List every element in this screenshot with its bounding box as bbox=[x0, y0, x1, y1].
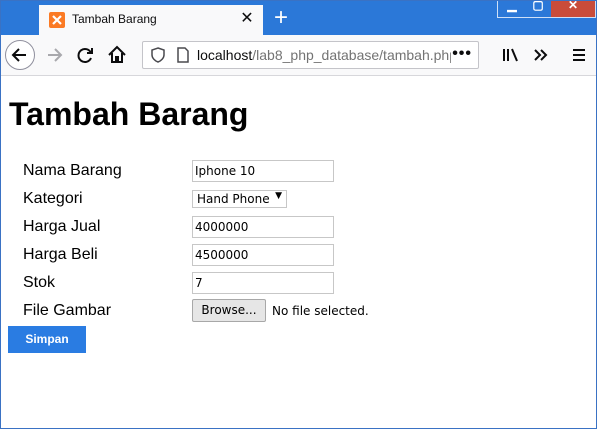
title-bar: Tambah Barang ✕ + ▁ ▢ ✕ bbox=[1, 1, 596, 35]
browser-window: Tambah Barang ✕ + ▁ ▢ ✕ localhost/lab8_p… bbox=[0, 0, 597, 429]
page-actions-icon[interactable]: ••• bbox=[452, 45, 472, 63]
close-window-button[interactable]: ✕ bbox=[551, 1, 596, 18]
label-kategori: Kategori bbox=[23, 190, 83, 207]
label-harga-beli: Harga Beli bbox=[23, 246, 98, 263]
close-icon: ✕ bbox=[567, 0, 579, 12]
library-button[interactable] bbox=[497, 41, 525, 69]
kategori-selected-value: Hand Phone bbox=[197, 192, 270, 206]
maximize-icon: ▢ bbox=[532, 0, 544, 12]
hamburger-icon bbox=[573, 49, 585, 61]
back-arrow-icon bbox=[11, 48, 26, 62]
label-harga-jual: Harga Jual bbox=[23, 218, 101, 235]
reload-button[interactable] bbox=[71, 41, 99, 69]
library-icon bbox=[503, 48, 518, 62]
harga-jual-input[interactable]: 4000000 bbox=[192, 216, 334, 238]
new-tab-button[interactable]: + bbox=[269, 5, 293, 31]
maximize-button[interactable]: ▢ bbox=[525, 1, 552, 18]
back-button[interactable] bbox=[5, 40, 35, 70]
forward-button[interactable] bbox=[41, 41, 69, 69]
page-info-icon[interactable] bbox=[177, 47, 189, 66]
label-stok: Stok bbox=[23, 274, 56, 291]
browse-file-button[interactable]: Browse... bbox=[192, 299, 266, 322]
url-path: /lab8_php_database/tambah.php bbox=[252, 47, 451, 63]
xampp-favicon-icon bbox=[49, 12, 65, 28]
simpan-button[interactable]: Simpan bbox=[8, 326, 86, 353]
dropdown-arrow-icon: ▼ bbox=[275, 191, 282, 201]
file-status-text: No file selected. bbox=[272, 304, 369, 318]
page-title: Tambah Barang bbox=[9, 96, 249, 132]
overflow-menu-button[interactable] bbox=[527, 41, 555, 69]
home-button[interactable] bbox=[103, 41, 131, 69]
harga-beli-input[interactable]: 4500000 bbox=[192, 244, 334, 266]
close-tab-icon[interactable]: ✕ bbox=[238, 10, 256, 28]
minimize-icon: ▁ bbox=[507, 0, 517, 12]
address-bar[interactable]: localhost/lab8_php_database/tambah.php •… bbox=[142, 41, 479, 69]
tab-tambah-barang[interactable]: Tambah Barang ✕ bbox=[39, 5, 263, 35]
url-host: localhost bbox=[197, 47, 253, 63]
label-file-gambar: File Gambar bbox=[23, 302, 112, 319]
stok-input[interactable]: 7 bbox=[192, 272, 334, 294]
nama-barang-input[interactable]: Iphone 10 bbox=[192, 160, 334, 182]
home-icon bbox=[108, 45, 126, 63]
page-content: Tambah Barang Nama Barang Iphone 10 Kate… bbox=[1, 76, 596, 428]
tab-title: Tambah Barang bbox=[72, 12, 157, 26]
url-text[interactable]: localhost/lab8_php_database/tambah.php bbox=[197, 47, 451, 63]
tracking-shield-icon[interactable] bbox=[151, 47, 165, 66]
double-chevron-icon bbox=[534, 49, 548, 61]
reload-icon bbox=[77, 48, 93, 63]
label-nama-barang: Nama Barang bbox=[23, 162, 122, 179]
kategori-select[interactable]: Hand Phone ▼ bbox=[192, 190, 287, 208]
forward-arrow-icon bbox=[48, 48, 63, 62]
minimize-button[interactable]: ▁ bbox=[497, 1, 527, 18]
navigation-toolbar: localhost/lab8_php_database/tambah.php •… bbox=[1, 35, 596, 76]
hamburger-menu-button[interactable] bbox=[565, 41, 593, 69]
